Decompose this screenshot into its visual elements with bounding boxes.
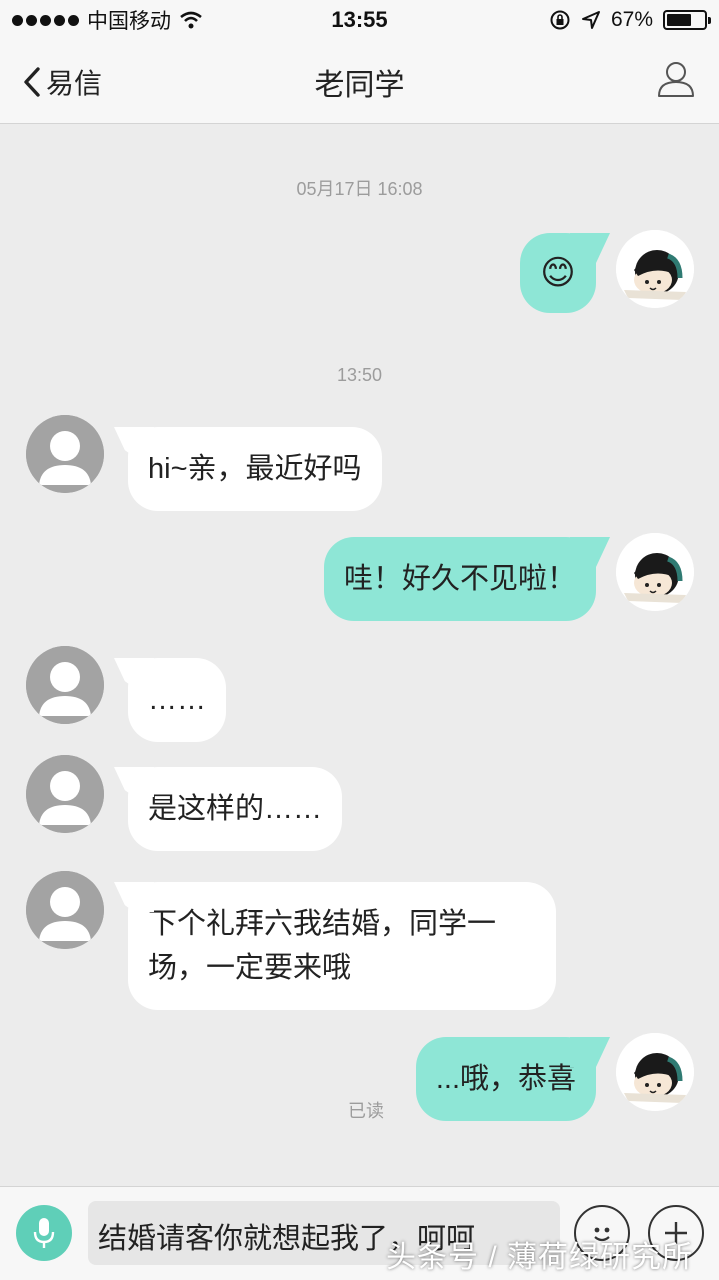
profile-button[interactable] bbox=[655, 58, 697, 100]
rotation-lock-icon bbox=[550, 10, 570, 30]
default-user-avatar-icon bbox=[26, 755, 104, 833]
message-input[interactable]: 结婚请客你就想起我了，呵呵 bbox=[88, 1201, 560, 1265]
input-bar: 结婚请客你就想起我了，呵呵 bbox=[0, 1186, 719, 1280]
emoji-button[interactable] bbox=[574, 1205, 630, 1261]
more-button[interactable] bbox=[648, 1205, 704, 1261]
default-user-avatar-icon bbox=[26, 646, 104, 724]
default-user-avatar-icon bbox=[26, 871, 104, 949]
chat-bubble-mine[interactable]: 😊 bbox=[520, 233, 596, 313]
chat-bubble-theirs[interactable]: hi~亲，最近好吗 bbox=[128, 427, 382, 511]
status-right: 67% bbox=[549, 8, 711, 32]
contact-avatar[interactable] bbox=[26, 646, 104, 724]
location-icon bbox=[581, 11, 600, 29]
anime-girl-avatar-icon bbox=[616, 1033, 694, 1111]
read-receipt: 已读 bbox=[348, 1101, 384, 1121]
timestamp: 13:50 bbox=[336, 365, 383, 385]
contact-avatar[interactable] bbox=[26, 415, 104, 493]
timestamp: 05月17日 16:08 bbox=[296, 179, 423, 199]
status-left: 中国移动 bbox=[12, 5, 203, 35]
my-avatar[interactable] bbox=[616, 1033, 694, 1111]
profile-icon bbox=[658, 62, 694, 97]
chat-bubble-mine[interactable]: ...哦，恭喜 bbox=[415, 1037, 596, 1121]
contact-avatar[interactable] bbox=[26, 871, 104, 949]
anime-girl-avatar-icon bbox=[616, 230, 694, 308]
chat-area[interactable]: 05月17日 16:08 😊 13:50 hi~亲，最近好吗 哇！好久不见啦！ … bbox=[0, 125, 719, 1185]
default-user-avatar-icon bbox=[26, 415, 104, 493]
chat-bubble-theirs[interactable]: 是这样的…… bbox=[128, 767, 343, 851]
wifi-icon bbox=[180, 11, 202, 29]
carrier-label: 中国移动 bbox=[87, 10, 171, 33]
nav-bar: 易信 老同学 bbox=[0, 40, 719, 124]
emoji-icon bbox=[594, 1227, 610, 1242]
chevron-left-icon bbox=[24, 67, 40, 97]
microphone-icon bbox=[33, 1218, 55, 1248]
signal-icon bbox=[12, 14, 79, 26]
back-button[interactable]: 易信 bbox=[22, 62, 102, 102]
battery-icon bbox=[663, 10, 711, 30]
page-title: 老同学 bbox=[314, 69, 405, 102]
battery-percent: 67% bbox=[610, 8, 653, 31]
chat-bubble-mine[interactable]: 哇！好久不见啦！ bbox=[323, 537, 596, 621]
contact-avatar[interactable] bbox=[26, 755, 104, 833]
my-avatar[interactable] bbox=[616, 533, 694, 611]
chat-bubble-theirs[interactable]: …… bbox=[128, 658, 226, 742]
status-bar: 中国移动 13:55 67% bbox=[0, 0, 719, 40]
anime-girl-avatar-icon bbox=[616, 533, 694, 611]
chat-bubble-theirs[interactable]: 下个礼拜六我结婚，同学一场，一定要来哦 bbox=[128, 882, 556, 1010]
battery-fill bbox=[667, 14, 692, 26]
voice-button[interactable] bbox=[16, 1205, 72, 1261]
plus-icon bbox=[665, 1222, 687, 1244]
back-label: 易信 bbox=[46, 68, 103, 99]
my-avatar[interactable] bbox=[616, 230, 694, 308]
